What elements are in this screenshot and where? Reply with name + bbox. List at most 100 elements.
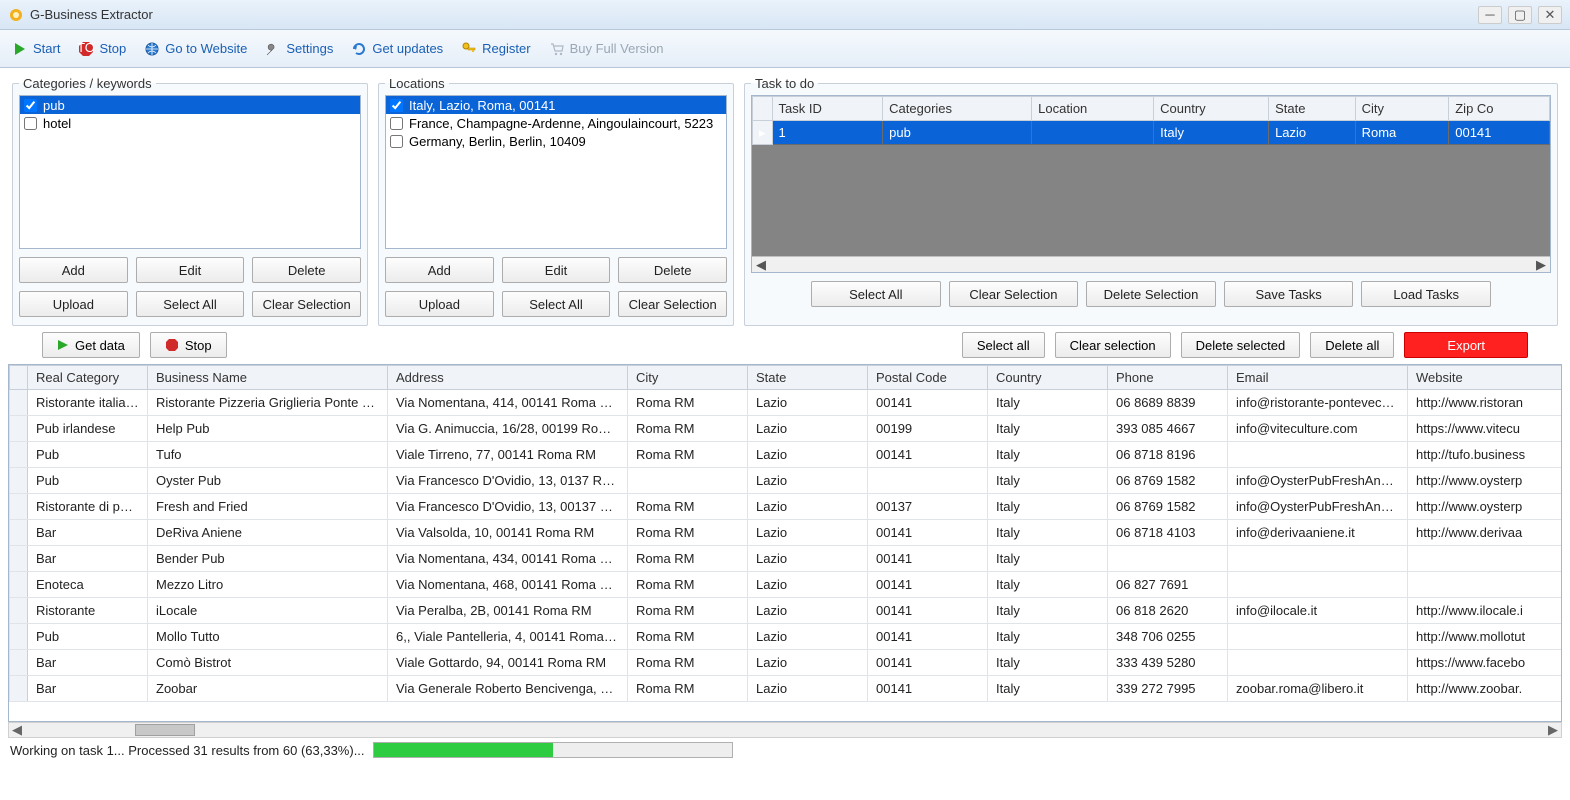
results-hscroll[interactable]: ◀ ▶ xyxy=(8,722,1562,738)
location-checkbox[interactable] xyxy=(390,99,403,112)
result-col-header[interactable]: Website xyxy=(1408,366,1563,390)
locations-selectall-button[interactable]: Select All xyxy=(502,291,611,317)
result-row[interactable]: Ristorante italianoRistorante Pizzeria G… xyxy=(10,390,1563,416)
result-col-header[interactable]: Real Category xyxy=(28,366,148,390)
result-row[interactable]: PubMollo Tutto6,, Viale Pantelleria, 4, … xyxy=(10,624,1563,650)
locations-edit-button[interactable]: Edit xyxy=(502,257,611,283)
categories-listbox[interactable]: pubhotel xyxy=(19,95,361,249)
maximize-button[interactable]: ▢ xyxy=(1508,6,1532,24)
categories-edit-button[interactable]: Edit xyxy=(136,257,245,283)
categories-upload-button[interactable]: Upload xyxy=(19,291,128,317)
task-col-header[interactable]: Task ID xyxy=(772,97,883,121)
toolbar-updates[interactable]: Get updates xyxy=(351,41,443,57)
tasks-deletesel-button[interactable]: Delete Selection xyxy=(1086,281,1216,307)
location-item[interactable]: France, Champagne-Ardenne, Aingoulaincou… xyxy=(386,114,726,132)
result-cell: 06 8718 8196 xyxy=(1108,442,1228,468)
tasks-clear-button[interactable]: Clear Selection xyxy=(949,281,1079,307)
task-cell: 1 xyxy=(772,121,883,145)
results-deletesel-button[interactable]: Delete selected xyxy=(1181,332,1301,358)
scroll-thumb[interactable] xyxy=(135,724,195,736)
result-cell xyxy=(1228,546,1408,572)
result-col-header[interactable]: State xyxy=(748,366,868,390)
results-grid[interactable]: Real CategoryBusiness NameAddressCitySta… xyxy=(8,364,1562,722)
mid-toolbar: Get data Stop Select all Clear selection… xyxy=(0,326,1570,364)
result-row[interactable]: PubOyster PubVia Francesco D'Ovidio, 13,… xyxy=(10,468,1563,494)
result-col-header[interactable]: Address xyxy=(388,366,628,390)
toolbar-register[interactable]: Register xyxy=(461,41,530,57)
category-checkbox[interactable] xyxy=(24,117,37,130)
toolbar-buy[interactable]: Buy Full Version xyxy=(549,41,664,57)
location-item[interactable]: Italy, Lazio, Roma, 00141 xyxy=(386,96,726,114)
result-col-header[interactable]: Country xyxy=(988,366,1108,390)
category-checkbox[interactable] xyxy=(24,99,37,112)
result-row[interactable]: Ristorante di pesceFresh and FriedVia Fr… xyxy=(10,494,1563,520)
results-clearsel-button[interactable]: Clear selection xyxy=(1055,332,1171,358)
result-row[interactable]: BarZoobarVia Generale Roberto Bencivenga… xyxy=(10,676,1563,702)
scroll-left-icon[interactable]: ◀ xyxy=(9,722,25,738)
mid-stop-button[interactable]: Stop xyxy=(150,332,227,358)
categories-selectall-button[interactable]: Select All xyxy=(136,291,245,317)
result-row[interactable]: RistoranteiLocaleVia Peralba, 2B, 00141 … xyxy=(10,598,1563,624)
result-col-header[interactable]: Email xyxy=(1228,366,1408,390)
result-col-header[interactable]: Phone xyxy=(1108,366,1228,390)
task-col-header[interactable]: City xyxy=(1355,97,1449,121)
location-item[interactable]: Germany, Berlin, Berlin, 10409 xyxy=(386,132,726,150)
get-data-button[interactable]: Get data xyxy=(42,332,140,358)
locations-add-button[interactable]: Add xyxy=(385,257,494,283)
result-cell: Zoobar xyxy=(148,676,388,702)
scroll-right-icon[interactable]: ▶ xyxy=(1545,722,1561,738)
result-cell: info@ristorante-pontevecchi... xyxy=(1228,390,1408,416)
categories-add-button[interactable]: Add xyxy=(19,257,128,283)
locations-upload-button[interactable]: Upload xyxy=(385,291,494,317)
globe-icon xyxy=(144,41,160,57)
result-cell xyxy=(1228,572,1408,598)
result-row[interactable]: PubTufoViale Tirreno, 77, 00141 Roma RMR… xyxy=(10,442,1563,468)
scroll-right-icon[interactable]: ▶ xyxy=(1534,258,1548,272)
locations-listbox[interactable]: Italy, Lazio, Roma, 00141France, Champag… xyxy=(385,95,727,249)
result-row[interactable]: EnotecaMezzo LitroVia Nomentana, 468, 00… xyxy=(10,572,1563,598)
results-selectall-button[interactable]: Select all xyxy=(962,332,1045,358)
tasks-selectall-button[interactable]: Select All xyxy=(811,281,941,307)
tasks-save-button[interactable]: Save Tasks xyxy=(1224,281,1354,307)
result-cell xyxy=(1228,442,1408,468)
categories-delete-button[interactable]: Delete xyxy=(252,257,361,283)
toolbar-goto-website[interactable]: Go to Website xyxy=(144,41,247,57)
toolbar-settings[interactable]: Settings xyxy=(265,41,333,57)
result-cell: Pub irlandese xyxy=(28,416,148,442)
task-col-header[interactable]: State xyxy=(1269,97,1356,121)
result-col-header[interactable]: Business Name xyxy=(148,366,388,390)
task-col-header[interactable]: Categories xyxy=(883,97,1032,121)
task-col-header[interactable]: Country xyxy=(1154,97,1269,121)
task-col-header[interactable]: Zip Co xyxy=(1449,97,1550,121)
toolbar-stop[interactable]: STOP Stop xyxy=(78,41,126,57)
toolbar-start[interactable]: Start xyxy=(12,41,60,57)
category-item[interactable]: hotel xyxy=(20,114,360,132)
tasks-grid[interactable]: Task IDCategoriesLocationCountryStateCit… xyxy=(751,95,1551,273)
result-cell: Italy xyxy=(988,546,1108,572)
export-button[interactable]: Export xyxy=(1404,332,1528,358)
category-item[interactable]: pub xyxy=(20,96,360,114)
location-checkbox[interactable] xyxy=(390,117,403,130)
result-row[interactable]: Pub irlandeseHelp PubVia G. Animuccia, 1… xyxy=(10,416,1563,442)
result-col-header[interactable]: Postal Code xyxy=(868,366,988,390)
result-cell: Via Francesco D'Ovidio, 13, 00137 Ro... xyxy=(388,494,628,520)
result-row[interactable]: BarBender PubVia Nomentana, 434, 00141 R… xyxy=(10,546,1563,572)
result-row[interactable]: BarComò BistrotViale Gottardo, 94, 00141… xyxy=(10,650,1563,676)
minimize-button[interactable]: ─ xyxy=(1478,6,1502,24)
categories-legend: Categories / keywords xyxy=(19,76,156,91)
tasks-hscroll[interactable]: ◀ ▶ xyxy=(752,256,1550,272)
scroll-left-icon[interactable]: ◀ xyxy=(754,258,768,272)
locations-clear-button[interactable]: Clear Selection xyxy=(618,291,727,317)
close-button[interactable]: ✕ xyxy=(1538,6,1562,24)
task-row[interactable]: ▸1pubItalyLazioRoma00141 xyxy=(753,121,1550,145)
result-col-header[interactable]: City xyxy=(628,366,748,390)
results-deleteall-button[interactable]: Delete all xyxy=(1310,332,1394,358)
mid-stop-label: Stop xyxy=(185,338,212,353)
location-checkbox[interactable] xyxy=(390,135,403,148)
locations-delete-button[interactable]: Delete xyxy=(618,257,727,283)
result-row[interactable]: BarDeRiva AnieneVia Valsolda, 10, 00141 … xyxy=(10,520,1563,546)
tasks-load-button[interactable]: Load Tasks xyxy=(1361,281,1491,307)
categories-clear-button[interactable]: Clear Selection xyxy=(252,291,361,317)
task-col-header[interactable]: Location xyxy=(1032,97,1154,121)
result-cell: 00199 xyxy=(868,416,988,442)
